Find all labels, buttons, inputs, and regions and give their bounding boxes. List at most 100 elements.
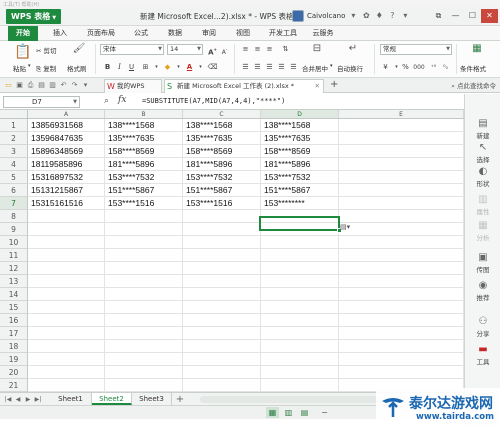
select-all-corner[interactable]	[0, 110, 28, 119]
row-header[interactable]: 16	[0, 314, 28, 327]
task-pane-analysis[interactable]: ▦ 分析	[465, 220, 500, 242]
tab-cloud[interactable]: 云服务	[310, 26, 336, 41]
column-header-c[interactable]: C	[183, 110, 261, 119]
conditional-format-button[interactable]: 条件格式	[460, 63, 486, 73]
justify-icon[interactable]: ☰	[276, 62, 287, 73]
tab-review[interactable]: 审阅	[198, 26, 220, 41]
column-header-d[interactable]: D	[261, 110, 339, 119]
sheet-tab-sheet3[interactable]: Sheet3	[132, 393, 172, 405]
thousands-button[interactable]: 000	[412, 62, 426, 73]
distribute-icon[interactable]: ☰	[288, 62, 299, 73]
percent-button[interactable]: %	[400, 62, 411, 73]
underline-icon[interactable]: U	[126, 62, 137, 73]
tab-home[interactable]: 开始	[8, 26, 38, 41]
tab-view[interactable]: 视图	[232, 26, 254, 41]
row-header[interactable]: 4	[0, 158, 28, 171]
currency-icon[interactable]: ¥	[380, 62, 391, 73]
column-header-e[interactable]: E	[339, 110, 464, 119]
cell-b3[interactable]: 158****8569	[105, 145, 183, 158]
chevron-down-icon[interactable]: ▾	[348, 11, 358, 21]
cell-c4[interactable]: 181****5896	[183, 158, 261, 171]
cell-c5[interactable]: 153****7532	[183, 171, 261, 184]
paste-options-icon[interactable]: ▤▾	[340, 222, 360, 233]
cell-d4[interactable]: 181****5896	[261, 158, 339, 171]
row-header[interactable]: 8	[0, 210, 28, 223]
row-header[interactable]: 19	[0, 353, 28, 366]
cell-c7[interactable]: 153****1516	[183, 197, 261, 210]
cell-c6[interactable]: 151****5867	[183, 184, 261, 197]
copy-button[interactable]: ⎘ 复制	[36, 63, 56, 74]
preview-icon[interactable]: ▤	[37, 80, 46, 90]
task-pane-select[interactable]: ↖ 选择	[465, 142, 500, 164]
clear-format-icon[interactable]: ⌫	[207, 62, 218, 73]
cell-a3[interactable]: 15896348569	[28, 145, 105, 158]
format-painter-button[interactable]: 格式刷	[67, 63, 87, 73]
border-icon[interactable]: ⊞	[140, 62, 151, 73]
close-icon[interactable]: ✕	[481, 9, 498, 23]
row-header[interactable]: 12	[0, 262, 28, 275]
cell-d2[interactable]: 135****7635	[261, 132, 339, 145]
help-icon[interactable]: ?	[387, 11, 397, 21]
increase-decimal-icon[interactable]: ⁺⁰	[428, 62, 439, 73]
tab-page-layout[interactable]: 页面布局	[84, 26, 118, 41]
fx-button[interactable]: fx	[118, 95, 126, 105]
prev-sheet-icon[interactable]: ◀	[14, 394, 22, 405]
tab-data[interactable]: 数据	[164, 26, 186, 41]
new-tab-button[interactable]: +	[330, 79, 338, 90]
task-pane-recommend[interactable]: ◉ 推荐	[465, 280, 500, 302]
chevron-down-icon[interactable]: ▾	[330, 63, 333, 69]
cell-b6[interactable]: 151****5867	[105, 184, 183, 197]
restore-icon[interactable]: ⧉	[430, 9, 447, 23]
chevron-down-icon[interactable]: ▾	[400, 11, 410, 21]
font-name-select[interactable]: 宋体 ▼	[100, 44, 164, 55]
row-header[interactable]: 13	[0, 275, 28, 288]
row-header[interactable]: 5	[0, 171, 28, 184]
sheet-tab-sheet2[interactable]: Sheet2	[92, 393, 132, 405]
close-icon[interactable]: ✕	[315, 80, 320, 93]
cell-a5[interactable]: 15316897532	[28, 171, 105, 184]
font-grow-icon[interactable]: A+	[207, 44, 218, 56]
task-pane-send-image[interactable]: ▣ 传图	[465, 252, 500, 274]
undo-icon[interactable]: ↶	[59, 80, 68, 90]
task-pane-share[interactable]: ⚇ 分享	[465, 316, 500, 338]
task-pane-shape[interactable]: ◐ 形状	[465, 166, 500, 188]
number-format-select[interactable]: 常规 ▼	[380, 44, 452, 55]
cell-b4[interactable]: 181****5896	[105, 158, 183, 171]
task-pane-new[interactable]: ▤ 新建	[465, 118, 500, 140]
format-painter-icon[interactable]: 🖌	[72, 43, 86, 54]
redo-icon[interactable]: ↷	[70, 80, 79, 90]
settings-icon[interactable]: ✿	[361, 11, 371, 21]
bold-icon[interactable]: B	[102, 62, 113, 73]
user-area[interactable]: Caivolcano ▾ ✿ ♦ ? ▾	[292, 10, 410, 22]
task-pane-properties[interactable]: ▥ 属性	[465, 194, 500, 216]
row-header[interactable]: 18	[0, 340, 28, 353]
italic-icon[interactable]: I	[114, 62, 125, 73]
row-header[interactable]: 17	[0, 327, 28, 340]
cell-a6[interactable]: 15131215867	[28, 184, 105, 197]
normal-view-icon[interactable]: ▦	[266, 407, 279, 418]
chevron-down-icon[interactable]: ▾	[81, 80, 90, 90]
paste-icon[interactable]: 📋	[14, 44, 31, 60]
sheet-tab-sheet1[interactable]: Sheet1	[50, 393, 92, 405]
font-color-icon[interactable]: A	[184, 62, 195, 73]
tab-insert[interactable]: 插入	[48, 26, 72, 41]
avatar[interactable]	[292, 10, 304, 22]
row-header[interactable]: 3	[0, 145, 28, 158]
row-header[interactable]: 21	[0, 379, 28, 392]
chevron-down-icon[interactable]: ▾	[151, 62, 162, 73]
paste-button[interactable]: 粘贴	[13, 63, 26, 73]
row-header[interactable]: 15	[0, 301, 28, 314]
cell-b5[interactable]: 153****7532	[105, 171, 183, 184]
font-size-select[interactable]: 14 ▼	[167, 44, 203, 55]
tab-developer[interactable]: 开发工具	[266, 26, 300, 41]
minimize-icon[interactable]: —	[447, 9, 464, 23]
cell-c3[interactable]: 158****8569	[183, 145, 261, 158]
maximize-icon[interactable]: ☐	[464, 9, 481, 23]
next-sheet-icon[interactable]: ▶	[24, 394, 32, 405]
align-middle-icon[interactable]: ≡	[252, 44, 263, 55]
chevron-down-icon[interactable]: ▾	[195, 62, 206, 73]
add-sheet-button[interactable]: +	[175, 394, 185, 405]
cell-d7[interactable]: 153********	[261, 197, 339, 210]
row-header[interactable]: 7	[0, 197, 28, 210]
cell-a4[interactable]: 18119585896	[28, 158, 105, 171]
